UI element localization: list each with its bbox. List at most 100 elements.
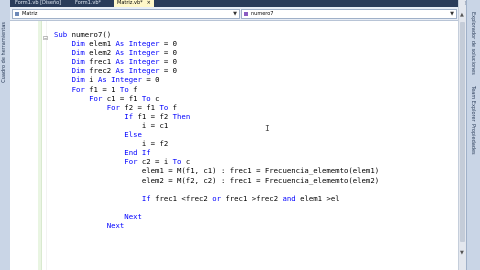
code-line[interactable] <box>54 203 379 212</box>
code-line[interactable]: If frec1 <frec2 or frec1 >frec2 and elem… <box>54 194 379 203</box>
code-text: i <box>84 75 98 85</box>
chevron-down-icon[interactable]: ▼ <box>233 10 237 18</box>
collapse-outline-icon[interactable]: ⊟ <box>43 36 49 42</box>
code-line[interactable]: Else <box>54 130 379 139</box>
code-text: frec2 <box>84 66 116 76</box>
code-keyword: Integer <box>128 48 160 58</box>
code-line[interactable]: For f2 = f1 To f <box>54 103 379 112</box>
code-keyword: Next <box>124 211 142 221</box>
class-icon <box>15 12 19 16</box>
code-text: i = f2 <box>141 139 169 149</box>
toolbox-label[interactable]: Cuadro de herramientas <box>1 22 7 83</box>
code-line[interactable]: Dim frec1 As Integer = 0 <box>54 57 379 66</box>
tab-form1-code[interactable]: Form1.vb* <box>72 0 104 7</box>
code-keyword: Integer <box>128 57 160 67</box>
code-text: frec1 <box>84 57 116 67</box>
code-line[interactable]: Dim frec2 As Integer = 0 <box>54 66 379 75</box>
code-text: f <box>128 84 138 94</box>
code-keyword: As <box>97 75 107 85</box>
code-line[interactable]: i = c1 <box>54 121 379 130</box>
team-explorer-tab[interactable]: Team Explorer <box>470 86 476 122</box>
code-line[interactable]: i = f2 <box>54 139 379 148</box>
code-text: c <box>181 157 191 167</box>
code-keyword: Next <box>106 220 125 230</box>
class-selector[interactable]: Matriz ▼ <box>12 9 240 19</box>
code-text: elem1 >el <box>295 193 340 203</box>
code-keyword: Dim <box>71 57 85 67</box>
code-line[interactable]: Next <box>54 221 379 230</box>
class-selector-value: Matriz <box>22 11 38 17</box>
code-keyword: Dim <box>71 39 85 49</box>
code-keyword: Integer <box>111 75 142 85</box>
code-keyword: If <box>124 111 134 121</box>
code-keyword: As <box>115 66 125 76</box>
right-tool-windows: Explorador de soluciones Team Explorer P… <box>466 0 480 270</box>
document-tab-bar: Form1.vb [Diseño] Form1.vb* Matriz.vb* × <box>10 0 458 7</box>
code-line[interactable]: Dim elem2 As Integer = 0 <box>54 48 379 57</box>
code-text: f1 = f2 <box>133 111 173 121</box>
code-text: elem2 <box>84 48 116 58</box>
code-text: = 0 <box>159 39 178 49</box>
code-line[interactable]: Sub numero7() <box>54 30 379 39</box>
chevron-down-icon[interactable]: ▼ <box>450 10 454 18</box>
code-line[interactable]: For f1 = 1 To f <box>54 85 379 94</box>
tab-label: Form1.vb* <box>75 0 101 6</box>
code-keyword: Then <box>172 111 191 121</box>
code-line[interactable]: For c2 = i To c <box>54 157 379 166</box>
code-text: = 0 <box>159 57 178 67</box>
tab-label: Matriz.vb* <box>117 0 143 6</box>
code-text: c1 = f1 <box>102 93 142 103</box>
code-line[interactable]: End If <box>54 148 379 157</box>
code-keyword: To <box>141 93 151 103</box>
code-keyword: For <box>106 102 120 112</box>
code-line[interactable]: Dim elem1 As Integer = 0 <box>54 39 379 48</box>
code-line[interactable]: Next <box>54 212 379 221</box>
code-keyword: or <box>212 193 221 203</box>
method-icon <box>244 12 248 16</box>
scroll-up-arrow-icon[interactable]: ▲ <box>460 12 464 18</box>
close-tab-icon[interactable]: × <box>147 0 151 6</box>
code-line[interactable]: elem2 = M(f2, c2) : frec1 = Frecuencia_e… <box>54 176 379 185</box>
properties-tab[interactable]: Propiedades <box>470 124 476 155</box>
mouse-ibeam-cursor: I <box>265 124 270 133</box>
tab-form1-design[interactable]: Form1.vb [Diseño] <box>12 0 64 7</box>
code-keyword: Sub <box>54 30 68 39</box>
code-text: i = c1 <box>141 120 169 130</box>
scrollbar-thumb[interactable] <box>460 22 465 242</box>
code-keyword: and <box>282 193 296 203</box>
member-selector-value: numero7 <box>251 11 274 17</box>
code-line[interactable]: elem1 = M(f1, c1) : frec1 = Frecuencia_e… <box>54 166 379 175</box>
code-keyword: As <box>115 48 125 58</box>
code-text: elem2 = M(f2, c2) : frec1 = Frecuencia_e… <box>141 175 380 185</box>
tab-matriz[interactable]: Matriz.vb* × <box>114 0 154 7</box>
code-text: = 0 <box>141 75 160 85</box>
change-tracking-bar <box>38 21 42 270</box>
code-keyword: For <box>124 157 138 167</box>
code-line[interactable]: Dim i As Integer = 0 <box>54 75 379 84</box>
code-line[interactable] <box>54 185 379 194</box>
code-editor[interactable]: Sub numero7() Dim elem1 As Integer = 0 D… <box>54 30 379 230</box>
code-keyword: Dim <box>71 48 85 58</box>
code-keyword: Dim <box>71 75 85 85</box>
solution-explorer-tab[interactable]: Explorador de soluciones <box>470 12 476 75</box>
vertical-scrollbar[interactable]: ▲ ▼ <box>458 0 466 270</box>
code-line[interactable]: If f1 = f2 Then <box>54 112 379 121</box>
member-selector[interactable]: numero7 ▼ <box>241 9 457 19</box>
code-keyword: Integer <box>128 66 160 76</box>
code-text: f2 = f1 <box>119 102 160 112</box>
code-line[interactable]: For c1 = f1 To c <box>54 94 379 103</box>
navigation-bar: Matriz ▼ numero7 ▼ <box>10 7 458 21</box>
scroll-down-arrow-icon[interactable]: ▼ <box>460 250 464 256</box>
